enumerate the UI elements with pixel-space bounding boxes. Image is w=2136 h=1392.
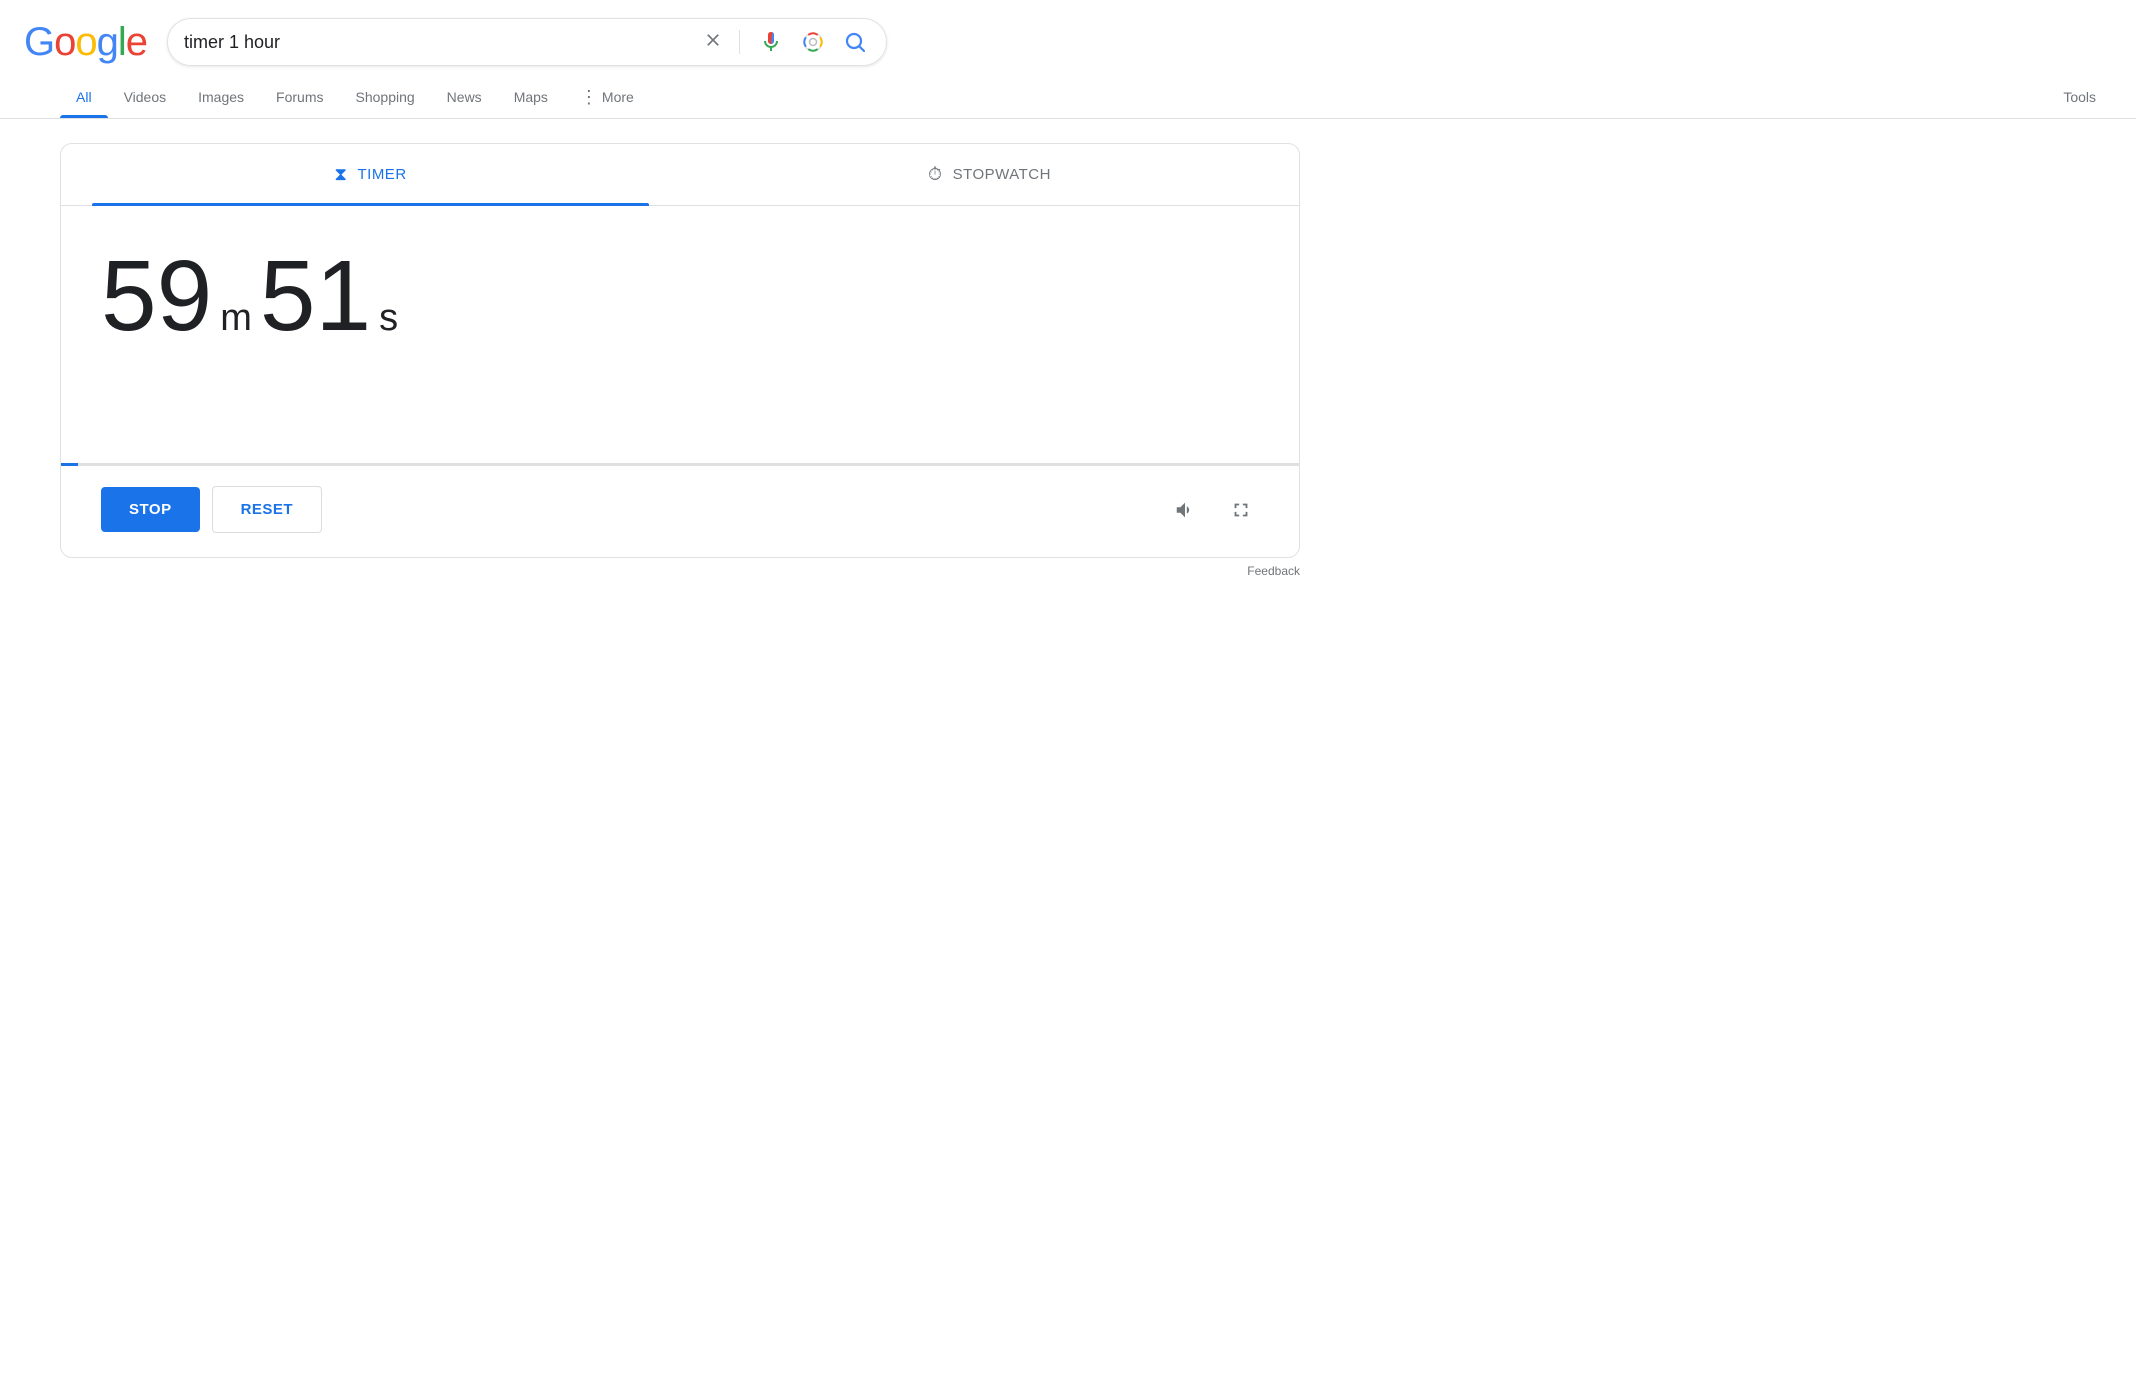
nav-tabs: All Videos Images Forums Shopping News M… xyxy=(0,76,2136,119)
search-input[interactable]: timer 1 hour xyxy=(184,32,691,53)
search-icons xyxy=(703,27,870,57)
mic-icon[interactable] xyxy=(756,27,786,57)
clear-icon[interactable] xyxy=(703,30,723,55)
lens-icon[interactable] xyxy=(798,27,828,57)
more-button[interactable]: ⋮ More xyxy=(564,76,650,118)
tab-maps[interactable]: Maps xyxy=(498,77,564,117)
search-submit-icon[interactable] xyxy=(840,27,870,57)
feedback-row: Feedback xyxy=(60,558,1324,588)
timer-display: 59 m 51 s xyxy=(101,246,1259,346)
stop-button[interactable]: STOP xyxy=(101,487,200,532)
timer-controls: STOP RESET xyxy=(61,466,1299,557)
reset-button[interactable]: RESET xyxy=(212,486,323,533)
volume-icon[interactable] xyxy=(1167,492,1203,528)
search-bar: timer 1 hour xyxy=(167,18,887,66)
tab-all[interactable]: All xyxy=(60,77,108,117)
timer-right-icons xyxy=(1167,492,1259,528)
google-logo[interactable]: Google xyxy=(24,20,147,65)
timer-card: ⧗ TIMER ⏱ STOPWATCH 59 m 51 s STOP RESET xyxy=(60,143,1300,558)
hourglass-icon: ⧗ xyxy=(334,164,347,185)
timer-minutes-unit: m xyxy=(220,297,252,340)
main-content: ⧗ TIMER ⏱ STOPWATCH 59 m 51 s STOP RESET xyxy=(0,119,2136,612)
timer-tab[interactable]: ⧗ TIMER xyxy=(61,144,680,205)
timer-seconds: 51 xyxy=(260,246,371,346)
progress-bar xyxy=(61,463,1299,466)
tab-shopping[interactable]: Shopping xyxy=(340,77,431,117)
timer-seconds-unit: s xyxy=(379,297,398,340)
search-divider xyxy=(739,30,740,54)
tab-images[interactable]: Images xyxy=(182,77,260,117)
more-dots-icon: ⋮ xyxy=(580,88,598,106)
timer-tabs: ⧗ TIMER ⏱ STOPWATCH xyxy=(61,144,1299,206)
stopwatch-tab[interactable]: ⏱ STOPWATCH xyxy=(680,144,1299,205)
progress-bar-fill xyxy=(61,463,78,466)
tab-forums[interactable]: Forums xyxy=(260,77,339,117)
timer-minutes: 59 xyxy=(101,246,212,346)
timer-body: 59 m 51 s xyxy=(61,206,1299,466)
stopwatch-icon: ⏱ xyxy=(928,164,943,185)
tools-button[interactable]: Tools xyxy=(2047,77,2112,117)
tab-videos[interactable]: Videos xyxy=(108,77,183,117)
fullscreen-icon[interactable] xyxy=(1223,492,1259,528)
feedback-link[interactable]: Feedback xyxy=(1247,564,1300,578)
tab-news[interactable]: News xyxy=(431,77,498,117)
search-bar-wrapper: timer 1 hour xyxy=(167,18,887,66)
header: Google timer 1 hour xyxy=(0,0,2136,76)
